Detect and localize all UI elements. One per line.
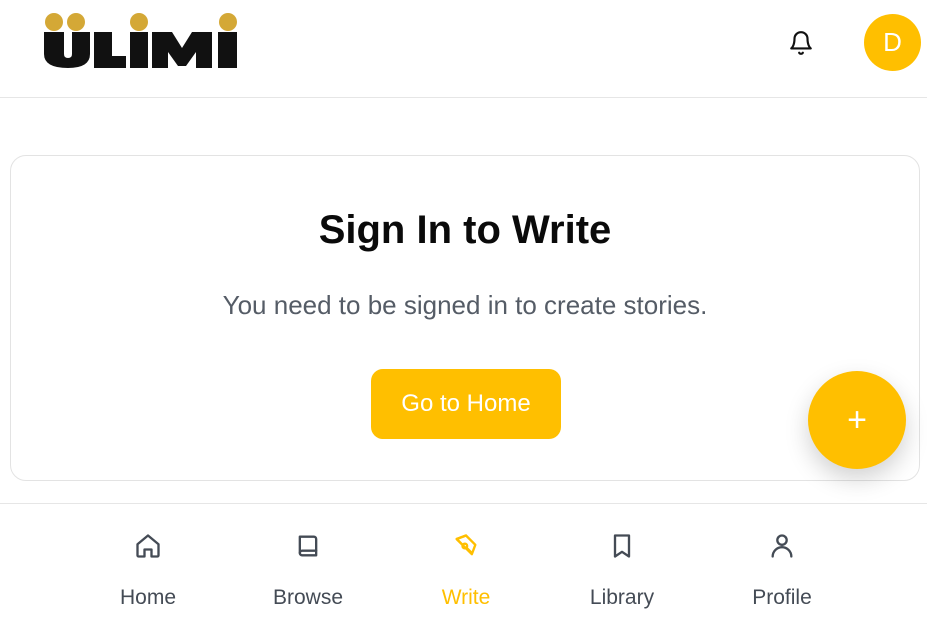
logo-mark <box>44 13 237 68</box>
bookmark-icon <box>562 532 682 562</box>
nav-item-browse[interactable]: Browse <box>248 504 368 626</box>
sign-in-card: Sign In to Write You need to be signed i… <box>10 155 920 481</box>
nav-label-library: Library <box>589 586 655 609</box>
bell-icon <box>790 31 812 55</box>
plus-icon: + <box>847 400 867 439</box>
pen-tool-icon <box>406 532 526 562</box>
book-icon <box>248 532 368 562</box>
nav-label-browse: Browse <box>272 586 344 609</box>
top-header: D <box>0 0 927 98</box>
nav-label-profile: Profile <box>752 586 812 609</box>
home-icon <box>88 532 208 562</box>
card-message: You need to be signed in to create stori… <box>222 290 708 320</box>
avatar-initial: D <box>883 27 902 57</box>
nav-item-profile[interactable]: Profile <box>722 504 842 626</box>
nav-item-library[interactable]: Library <box>562 504 682 626</box>
ulimi-logo[interactable] <box>42 10 240 72</box>
user-avatar[interactable]: D <box>864 14 921 71</box>
create-fab-button[interactable]: + <box>808 371 906 469</box>
card-title: Sign In to Write <box>318 208 612 252</box>
user-icon <box>722 532 842 562</box>
nav-item-write[interactable]: Write <box>406 504 526 626</box>
bottom-nav: Home Browse Write Library Profile <box>0 503 927 625</box>
nav-item-home[interactable]: Home <box>88 504 208 626</box>
nav-label-write: Write <box>441 586 491 609</box>
notifications-button[interactable] <box>786 28 816 58</box>
go-to-home-button[interactable]: Go to Home <box>371 369 561 439</box>
nav-label-home: Home <box>119 586 177 609</box>
